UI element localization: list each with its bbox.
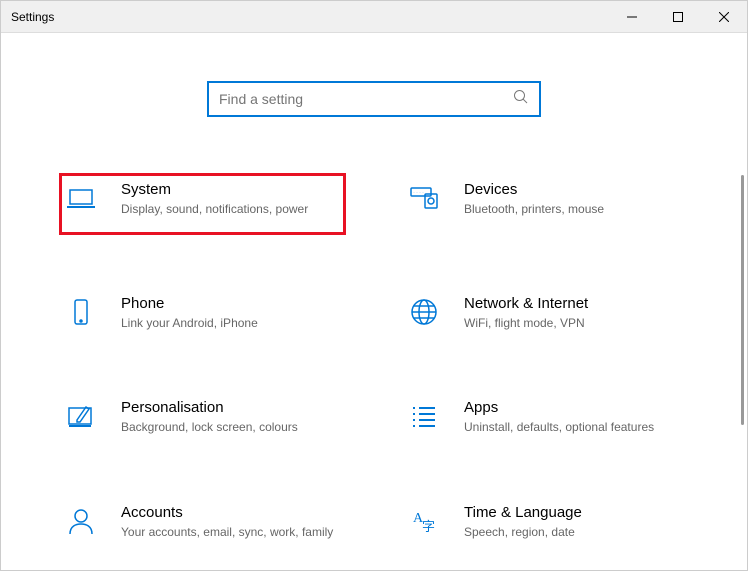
category-title: Time & Language [464, 504, 681, 521]
svg-text:字: 字 [422, 519, 435, 534]
category-desc: WiFi, flight mode, VPN [464, 316, 681, 332]
close-button[interactable] [701, 1, 747, 33]
search-container [207, 81, 541, 117]
category-desc: Uninstall, defaults, optional features [464, 420, 681, 436]
category-title: Phone [121, 295, 338, 312]
category-network[interactable]: Network & Internet WiFi, flight mode, VP… [402, 287, 689, 340]
search-icon [513, 89, 529, 110]
scrollbar-thumb[interactable] [741, 175, 744, 425]
maximize-button[interactable] [655, 1, 701, 33]
category-title: Network & Internet [464, 295, 681, 312]
search-input[interactable] [219, 91, 513, 107]
category-devices[interactable]: Devices Bluetooth, printers, mouse [402, 173, 689, 235]
phone-icon [63, 295, 99, 329]
category-desc: Your accounts, email, sync, work, family [121, 525, 338, 541]
category-system[interactable]: System Display, sound, notifications, po… [59, 173, 346, 235]
language-icon: A 字 [406, 504, 442, 538]
category-desc: Speech, region, date [464, 525, 681, 541]
maximize-icon [673, 12, 683, 22]
category-title: System [121, 181, 338, 198]
category-accounts[interactable]: Accounts Your accounts, email, sync, wor… [59, 496, 346, 549]
titlebar[interactable]: Settings [1, 1, 747, 33]
close-icon [719, 12, 729, 22]
category-time-language[interactable]: A 字 Time & Language Speech, region, date [402, 496, 689, 549]
globe-icon [406, 295, 442, 329]
category-title: Personalisation [121, 399, 338, 416]
categories-grid[interactable]: System Display, sound, notifications, po… [1, 173, 747, 570]
category-title: Apps [464, 399, 681, 416]
category-apps[interactable]: Apps Uninstall, defaults, optional featu… [402, 391, 689, 444]
category-desc: Display, sound, notifications, power [121, 202, 338, 218]
category-title: Devices [464, 181, 681, 198]
category-desc: Bluetooth, printers, mouse [464, 202, 681, 218]
category-title: Accounts [121, 504, 338, 521]
minimize-button[interactable] [609, 1, 655, 33]
settings-window: Settings [0, 0, 748, 571]
category-desc: Background, lock screen, colours [121, 420, 338, 436]
content-area: System Display, sound, notifications, po… [1, 33, 747, 570]
search-box[interactable] [207, 81, 541, 117]
category-desc: Link your Android, iPhone [121, 316, 338, 332]
person-icon [63, 504, 99, 538]
devices-icon [406, 181, 442, 215]
laptop-icon [63, 181, 99, 215]
paint-icon [63, 399, 99, 433]
category-personalisation[interactable]: Personalisation Background, lock screen,… [59, 391, 346, 444]
window-title: Settings [1, 10, 54, 24]
minimize-icon [627, 12, 637, 22]
apps-list-icon [406, 399, 442, 433]
category-phone[interactable]: Phone Link your Android, iPhone [59, 287, 346, 340]
